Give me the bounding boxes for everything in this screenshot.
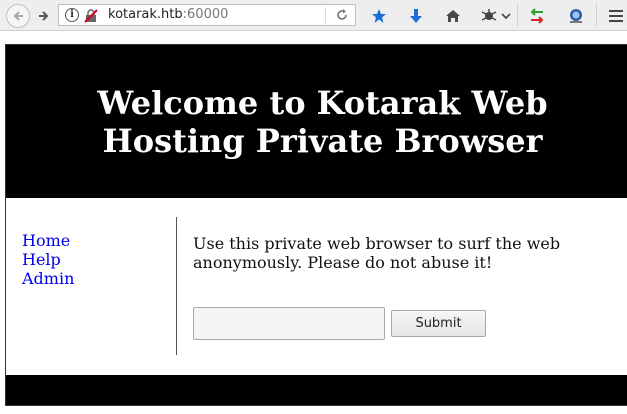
bookmark-icon[interactable] [369, 6, 389, 26]
intro-text: Use this private web browser to surf the… [193, 234, 561, 272]
globe-addon-icon[interactable] [566, 6, 586, 26]
home-icon[interactable] [443, 6, 463, 26]
back-arrow-icon[interactable] [6, 4, 30, 28]
url-port: :60000 [182, 7, 229, 22]
url-text[interactable]: kotarak.htb:60000 [108, 7, 228, 22]
nav-link-admin[interactable]: Admin [22, 269, 74, 288]
page-header: Welcome to Kotarak Web Hosting Private B… [6, 45, 627, 198]
reload-icon[interactable] [333, 6, 351, 24]
submit-button[interactable]: Submit [391, 310, 486, 337]
page-title: Welcome to Kotarak Web Hosting Private B… [97, 83, 548, 160]
chevron-down-icon[interactable] [499, 6, 513, 26]
browser-toolbar: i kotarak.htb:60000 [0, 0, 627, 31]
url-input[interactable] [193, 307, 385, 340]
toolbar-divider [517, 4, 518, 26]
nav-link-help[interactable]: Help [22, 250, 74, 269]
address-bar[interactable]: i kotarak.htb:60000 [58, 4, 356, 26]
url-divider [325, 7, 326, 23]
toolbar-divider [596, 4, 597, 26]
url-host: kotarak.htb [108, 7, 183, 22]
hamburger-menu-icon[interactable] [606, 6, 626, 26]
nav-link-home[interactable]: Home [22, 231, 74, 250]
sync-arrows-icon[interactable] [527, 6, 547, 26]
vertical-divider [176, 217, 177, 355]
download-icon[interactable] [406, 6, 426, 26]
info-icon[interactable]: i [65, 8, 79, 22]
extension-icon[interactable] [479, 6, 499, 26]
page-footer [6, 375, 627, 405]
sidebar-nav: Home Help Admin [22, 231, 74, 288]
forward-arrow-icon[interactable] [34, 6, 54, 26]
web-page: Welcome to Kotarak Web Hosting Private B… [5, 44, 627, 406]
insecure-connection-icon[interactable] [84, 8, 98, 23]
